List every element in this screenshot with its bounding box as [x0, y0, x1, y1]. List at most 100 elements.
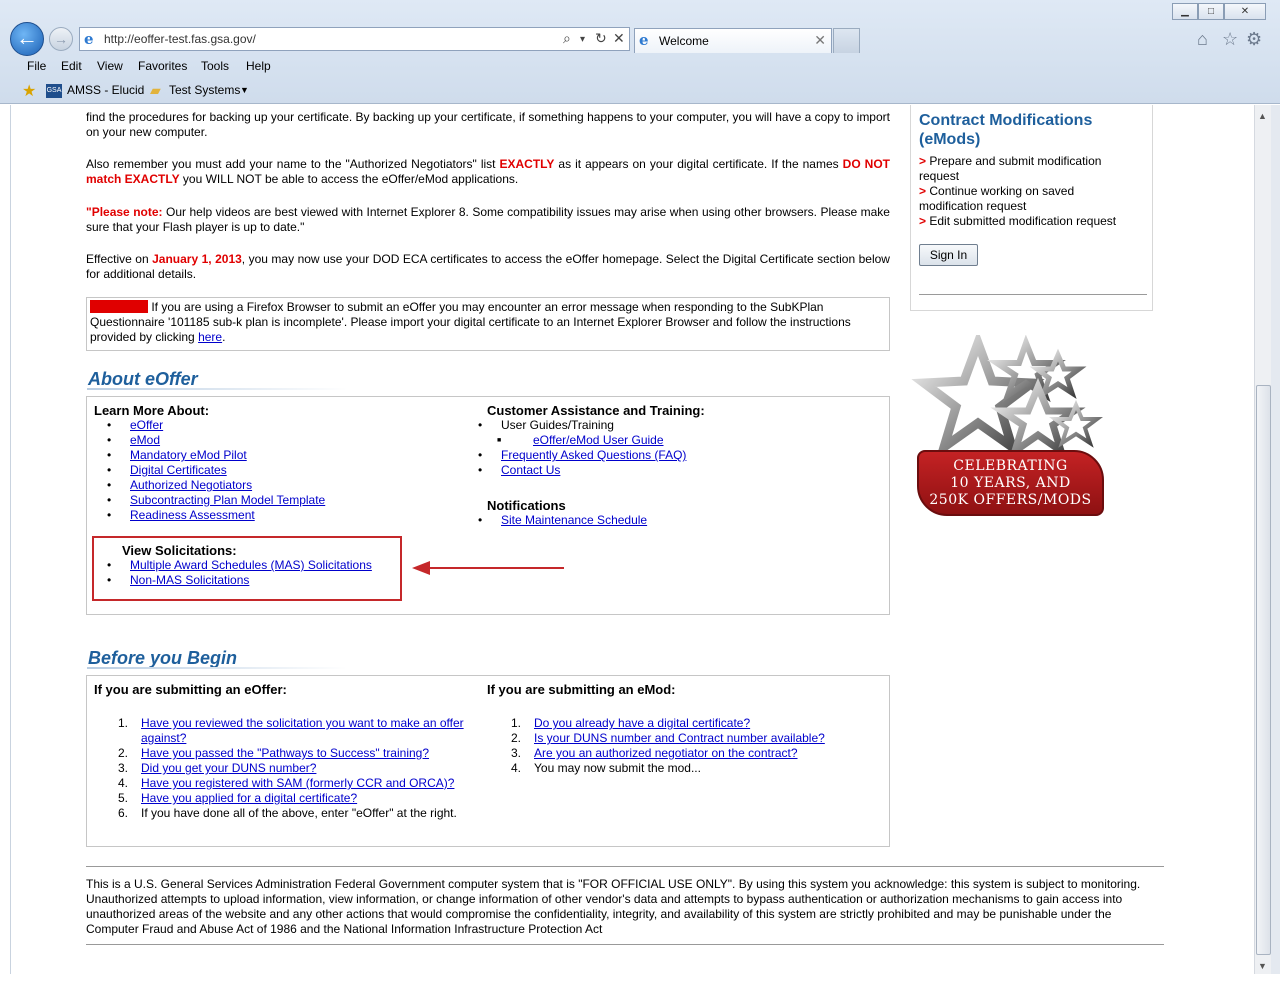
customer-list: User Guides/Training — [465, 418, 877, 433]
step-link[interactable]: Is your DUNS number and Contract number … — [534, 731, 825, 745]
list-item: eMod — [94, 433, 474, 448]
gear-icon[interactable]: ⚙ — [1246, 29, 1262, 50]
link-readiness-assessment[interactable]: Readiness Assessment — [130, 508, 255, 522]
close-window-button[interactable]: ✕ — [1224, 3, 1266, 20]
step-link[interactable]: Have you passed the "Pathways to Success… — [141, 746, 429, 760]
link-contact-us[interactable]: Contact Us — [501, 463, 560, 477]
customer-title: Customer Assistance and Training: — [487, 403, 705, 418]
menu-file[interactable]: File — [27, 59, 46, 73]
list-item: eOffer/eMod User Guide — [483, 433, 877, 448]
menu-edit[interactable]: Edit — [61, 59, 82, 73]
tab-favicon-icon: e — [639, 31, 649, 49]
favorites-star-icon[interactable]: ★ — [22, 81, 36, 101]
link-user-guide[interactable]: eOffer/eMod User Guide — [533, 433, 664, 447]
effective-paragraph: Effective on January 1, 2013, you may no… — [86, 252, 890, 282]
link-emod[interactable]: eMod — [130, 433, 160, 447]
emod-item-prepare[interactable]: > Prepare and submit modification reques… — [919, 154, 1139, 184]
stop-icon[interactable]: ✕ — [613, 30, 625, 47]
negotiators-text: Also remember you must add your name to … — [86, 157, 500, 171]
footer-divider — [86, 866, 1164, 867]
list-item: Mandatory eMod Pilot — [94, 448, 474, 463]
banner-line: 250K OFFERS/MODS — [929, 492, 1092, 508]
step-number: 3. — [118, 761, 129, 775]
please-note-label: "Please note: — [86, 205, 163, 219]
firefox-notice: If you are using a Firefox Browser to su… — [90, 300, 886, 345]
backup-paragraph: find the procedures for backing up your … — [86, 110, 890, 139]
before-heading-rule — [87, 667, 347, 669]
link-eoffer[interactable]: eOffer — [130, 418, 163, 432]
step-link[interactable]: Did you get your DUNS number? — [141, 761, 316, 775]
customer-list-2: Frequently Asked Questions (FAQ) Contact… — [465, 448, 877, 478]
step-link[interactable]: Do you already have a digital certificat… — [534, 716, 750, 730]
scroll-thumb[interactable] — [1256, 385, 1271, 955]
chevron-right-icon: > — [919, 184, 927, 198]
menu-help[interactable]: Help — [246, 59, 271, 73]
scroll-up-icon[interactable]: ▲ — [1258, 111, 1267, 121]
maximize-button[interactable]: □ — [1198, 3, 1224, 20]
vertical-scrollbar[interactable]: ▲ ▼ — [1254, 105, 1271, 974]
here-link[interactable]: here — [198, 330, 222, 344]
list-item: 1. Have you reviewed the solicitation you… — [94, 716, 474, 746]
list-item: 5. Have you applied for a digital certifi… — [94, 791, 474, 806]
emod-title: If you are submitting an eMod: — [487, 682, 676, 697]
list-item: eOffer — [94, 418, 474, 433]
banner-line: 10 YEARS, AND — [950, 475, 1071, 491]
exactly-emphasis: EXACTLY — [499, 157, 555, 171]
customer-column: Customer Assistance and Training: User G… — [478, 403, 877, 528]
link-faq[interactable]: Frequently Asked Questions (FAQ) — [501, 448, 686, 462]
fav-test-systems[interactable]: Test Systems — [169, 83, 240, 97]
link-emod-pilot[interactable]: Mandatory eMod Pilot — [130, 448, 247, 462]
list-item: Readiness Assessment — [94, 508, 474, 523]
menu-view[interactable]: View — [97, 59, 123, 73]
emods-panel: Contract Modifications (eMods) > Prepare… — [910, 105, 1153, 311]
chevron-down-icon[interactable]: ▼ — [240, 85, 249, 95]
tab-welcome[interactable]: e Welcome ✕ — [634, 28, 832, 53]
menu-tools[interactable]: Tools — [201, 59, 229, 73]
link-digital-certificates[interactable]: Digital Certificates — [130, 463, 227, 477]
list-item: Digital Certificates — [94, 463, 474, 478]
list-item: 3. Did you get your DUNS number? — [94, 761, 474, 776]
link-authorized-negotiators[interactable]: Authorized Negotiators — [130, 478, 252, 492]
fav-amss[interactable]: AMSS - Elucid — [67, 83, 144, 97]
list-item: User Guides/Training — [465, 418, 877, 433]
sign-in-button[interactable]: Sign In — [919, 244, 978, 266]
banner-text: CELEBRATING 10 YEARS, AND 250K OFFERS/MO… — [919, 458, 1102, 509]
step-number: 2. — [118, 746, 129, 760]
address-bar[interactable]: e http://eoffer-test.fas.gsa.gov/ ⌕ ▾ ↻ … — [79, 27, 630, 51]
dropdown-icon[interactable]: ▾ — [580, 34, 585, 45]
emods-divider — [919, 294, 1147, 295]
favorites-star-icon[interactable]: ☆ — [1222, 29, 1238, 50]
link-subcontracting-plan[interactable]: Subcontracting Plan Model Template — [130, 493, 325, 507]
refresh-icon[interactable]: ↻ — [595, 30, 607, 47]
firefox-notice-box: If you are using a Firefox Browser to su… — [86, 297, 890, 351]
emod-item-edit[interactable]: > Edit submitted modification request — [919, 214, 1139, 229]
banner-line: CELEBRATING — [953, 458, 1068, 474]
new-tab-button[interactable] — [833, 28, 860, 53]
emod-item-continue[interactable]: > Continue working on saved modification… — [919, 184, 1139, 214]
negotiators-text-2: as it appears on your digital certificat… — [554, 157, 843, 171]
step-link[interactable]: Are you an authorized negotiator on the … — [534, 746, 798, 760]
tab-close-icon[interactable]: ✕ — [814, 32, 826, 49]
chevron-right-icon: > — [919, 154, 927, 168]
forward-button[interactable]: → — [49, 27, 73, 51]
scroll-down-icon[interactable]: ▼ — [1258, 961, 1267, 971]
step-number: 1. — [118, 716, 129, 730]
step-link[interactable]: Have you registered with SAM (formerly C… — [141, 776, 454, 790]
back-button[interactable]: ← — [10, 22, 44, 56]
emod-item-label: Edit submitted modification request — [929, 214, 1117, 228]
link-site-maintenance[interactable]: Site Maintenance Schedule — [501, 513, 647, 527]
step-link[interactable]: Have you reviewed the solicitation you w… — [141, 716, 464, 745]
notifications-title: Notifications — [487, 498, 566, 513]
please-note-paragraph: "Please note: Our help videos are best v… — [86, 205, 890, 235]
eoffer-column: If you are submitting an eOffer: 1. Have … — [94, 682, 474, 821]
step-text: If you have done all of the above, enter… — [141, 806, 457, 820]
step-number: 3. — [511, 746, 522, 760]
home-icon[interactable]: ⌂ — [1197, 29, 1208, 50]
minimize-button[interactable]: ▁ — [1172, 3, 1198, 20]
step-link[interactable]: Have you applied for a digital certifica… — [141, 791, 357, 805]
favorites-bar: ★ GSA AMSS - Elucid ▰ Test Systems ▼ — [0, 79, 1280, 103]
menu-favorites[interactable]: Favorites — [138, 59, 187, 73]
list-item: Authorized Negotiators — [94, 478, 474, 493]
step-number: 6. — [118, 806, 129, 820]
search-icon[interactable]: ⌕ — [563, 30, 571, 47]
